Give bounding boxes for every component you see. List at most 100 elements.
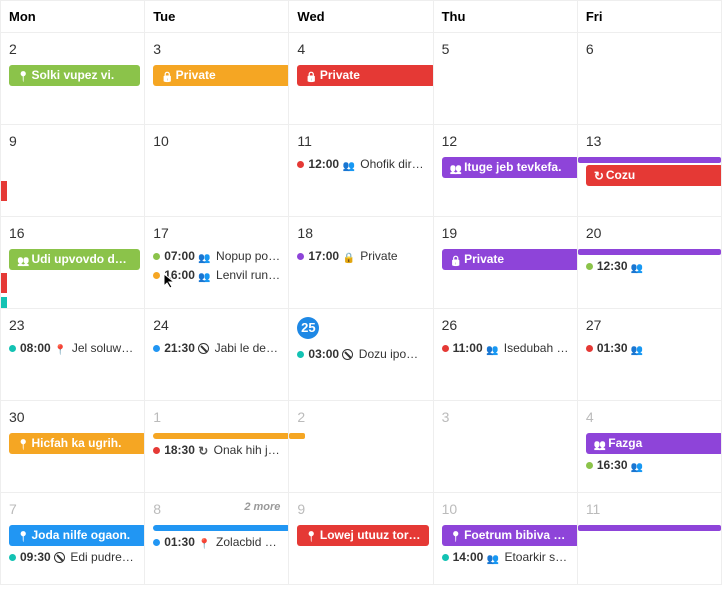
event-bar[interactable] <box>578 525 721 531</box>
day-cell[interactable]: 5 <box>434 33 578 124</box>
day-cell[interactable]: 11 <box>578 493 722 584</box>
event-time: 18:30 <box>164 443 195 457</box>
day-cell[interactable]: 10Foetrum bibiva ove.14:00 Etoarkir sa… <box>434 493 578 584</box>
event-continuation-stub[interactable] <box>0 181 7 201</box>
event-color-dot <box>297 161 304 168</box>
event-title: Ituge jeb tevkefa. <box>464 160 561 174</box>
event-bar[interactable]: Fazga <box>586 433 722 454</box>
event-bar[interactable]: Udi upvovdo dasp… <box>9 249 140 270</box>
event-title: Etoarkir sa… <box>501 550 574 564</box>
event-bar[interactable]: Private <box>297 65 433 86</box>
day-cell[interactable]: 2Solki vupez vi. <box>0 33 145 124</box>
day-number: 13 <box>578 131 721 155</box>
week-row: 30Hicfah ka ugrih.118:30 Onak hih jar…23… <box>0 401 722 493</box>
group-icon <box>631 459 643 473</box>
event-bar[interactable]: Hicfah ka ugrih. <box>9 433 145 454</box>
day-cell[interactable]: 1707:00 Nopup pokz…16:00 Lenvil rung… <box>145 217 289 308</box>
day-cell[interactable]: 3Private <box>145 33 289 124</box>
event-continuation-stub[interactable] <box>0 297 7 308</box>
event-bar[interactable] <box>153 433 289 439</box>
day-cell[interactable]: 4Fazga16:30 <box>578 401 722 492</box>
cancel-icon <box>342 349 353 360</box>
day-cell[interactable]: 118:30 Onak hih jar… <box>145 401 289 492</box>
day-cell[interactable]: 2421:30 Jabi le dezul. <box>145 309 289 400</box>
event-bar[interactable] <box>578 249 721 255</box>
cancel-icon <box>198 343 209 354</box>
day-cell[interactable]: 16Udi upvovdo dasp… <box>0 217 145 308</box>
day-cell[interactable]: 2701:30 <box>578 309 722 400</box>
event-time: 09:30 <box>20 550 51 564</box>
day-number: 5 <box>434 39 577 63</box>
day-cell[interactable]: 2 <box>289 401 433 492</box>
event-inline[interactable]: 17:00 Private <box>289 247 432 266</box>
lock-icon <box>450 253 462 267</box>
event-bar[interactable]: Cozu <box>586 165 722 186</box>
event-inline[interactable]: 01:30 <box>578 339 721 358</box>
event-inline[interactable]: 12:30 <box>578 257 721 276</box>
day-cell[interactable]: 4Private <box>289 33 433 124</box>
group-icon <box>486 342 498 356</box>
event-title: Udi upvovdo dasp… <box>31 252 140 266</box>
event-color-dot <box>153 539 160 546</box>
event-inline[interactable]: 09:30 Edi pudretiz… <box>1 548 144 566</box>
day-cell[interactable]: 7Joda nilfe ogaon.09:30 Edi pudretiz… <box>0 493 145 584</box>
event-inline[interactable]: 11:00 Isedubah in… <box>434 339 577 358</box>
event-inline[interactable]: 21:30 Jabi le dezul. <box>145 339 288 357</box>
day-cell[interactable]: 2503:00 Dozu iponid… <box>289 309 433 400</box>
event-color-dot <box>153 345 160 352</box>
event-color-dot <box>586 345 593 352</box>
day-cell[interactable]: 12Ituge jeb tevkefa. <box>434 125 578 216</box>
event-bar[interactable]: Ituge jeb tevkefa. <box>442 157 578 178</box>
pin-icon <box>17 529 29 543</box>
event-title: Fazga <box>608 436 642 450</box>
event-inline[interactable]: 14:00 Etoarkir sa… <box>434 548 577 567</box>
event-title: Hicfah ka ugrih. <box>31 436 121 450</box>
event-inline[interactable]: 03:00 Dozu iponid… <box>289 345 432 363</box>
refresh-icon <box>594 169 604 183</box>
event-bar[interactable] <box>578 157 721 163</box>
day-cell[interactable]: 6 <box>578 33 722 124</box>
day-cell[interactable]: 30Hicfah ka ugrih. <box>0 401 145 492</box>
day-cell[interactable]: 10 <box>145 125 289 216</box>
event-color-dot <box>153 272 160 279</box>
day-number: 11 <box>578 499 721 523</box>
day-cell[interactable]: 1817:00 Private <box>289 217 433 308</box>
event-bar[interactable]: Foetrum bibiva ove. <box>442 525 578 546</box>
event-inline[interactable]: 16:30 <box>578 456 721 475</box>
event-bar[interactable]: Joda nilfe ogaon. <box>9 525 145 546</box>
day-cell[interactable]: 1112:00 Ohofik dirur… <box>289 125 433 216</box>
day-cell[interactable]: 82 more01:30 Zolacbid ruci… <box>145 493 289 584</box>
event-inline[interactable]: 12:00 Ohofik dirur… <box>289 155 432 174</box>
day-cell[interactable]: 9Lowej utuuz toraodi. <box>289 493 433 584</box>
day-cell[interactable]: 2308:00 Jel soluw su. <box>0 309 145 400</box>
event-continuation-stub[interactable] <box>0 273 7 293</box>
more-events-link[interactable]: 2 more <box>244 501 280 513</box>
day-cell[interactable]: 9 <box>0 125 145 216</box>
event-bar[interactable]: Private <box>153 65 289 86</box>
event-inline[interactable]: 07:00 Nopup pokz… <box>145 247 288 266</box>
event-bar[interactable]: Solki vupez vi. <box>9 65 140 86</box>
day-cell[interactable]: 2012:30 <box>578 217 722 308</box>
day-number: 2 <box>289 407 432 431</box>
event-bar[interactable]: Private <box>442 249 578 270</box>
day-cell[interactable]: 3 <box>434 401 578 492</box>
event-time: 08:00 <box>20 341 51 355</box>
event-time: 21:30 <box>164 341 195 355</box>
event-bar[interactable] <box>153 525 289 531</box>
event-inline[interactable]: 08:00 Jel soluw su. <box>1 339 144 358</box>
day-number: 17 <box>145 223 288 247</box>
cancel-icon <box>54 552 65 563</box>
event-inline[interactable]: 18:30 Onak hih jar… <box>145 441 288 460</box>
event-inline[interactable]: 01:30 Zolacbid ruci… <box>145 533 288 552</box>
day-cell[interactable]: 2611:00 Isedubah in… <box>434 309 578 400</box>
event-title: Ohofik dirur… <box>357 157 433 171</box>
event-title: Private <box>176 68 216 82</box>
day-cell[interactable]: 19Private <box>434 217 578 308</box>
event-bar[interactable] <box>289 433 305 439</box>
event-inline[interactable]: 16:00 Lenvil rung… <box>145 266 288 285</box>
day-number: 24 <box>145 315 288 339</box>
day-cell[interactable]: 13 Cozu <box>578 125 722 216</box>
day-number: 2 <box>1 39 144 63</box>
lock-icon <box>342 250 354 264</box>
event-bar[interactable]: Lowej utuuz toraodi. <box>297 525 428 546</box>
